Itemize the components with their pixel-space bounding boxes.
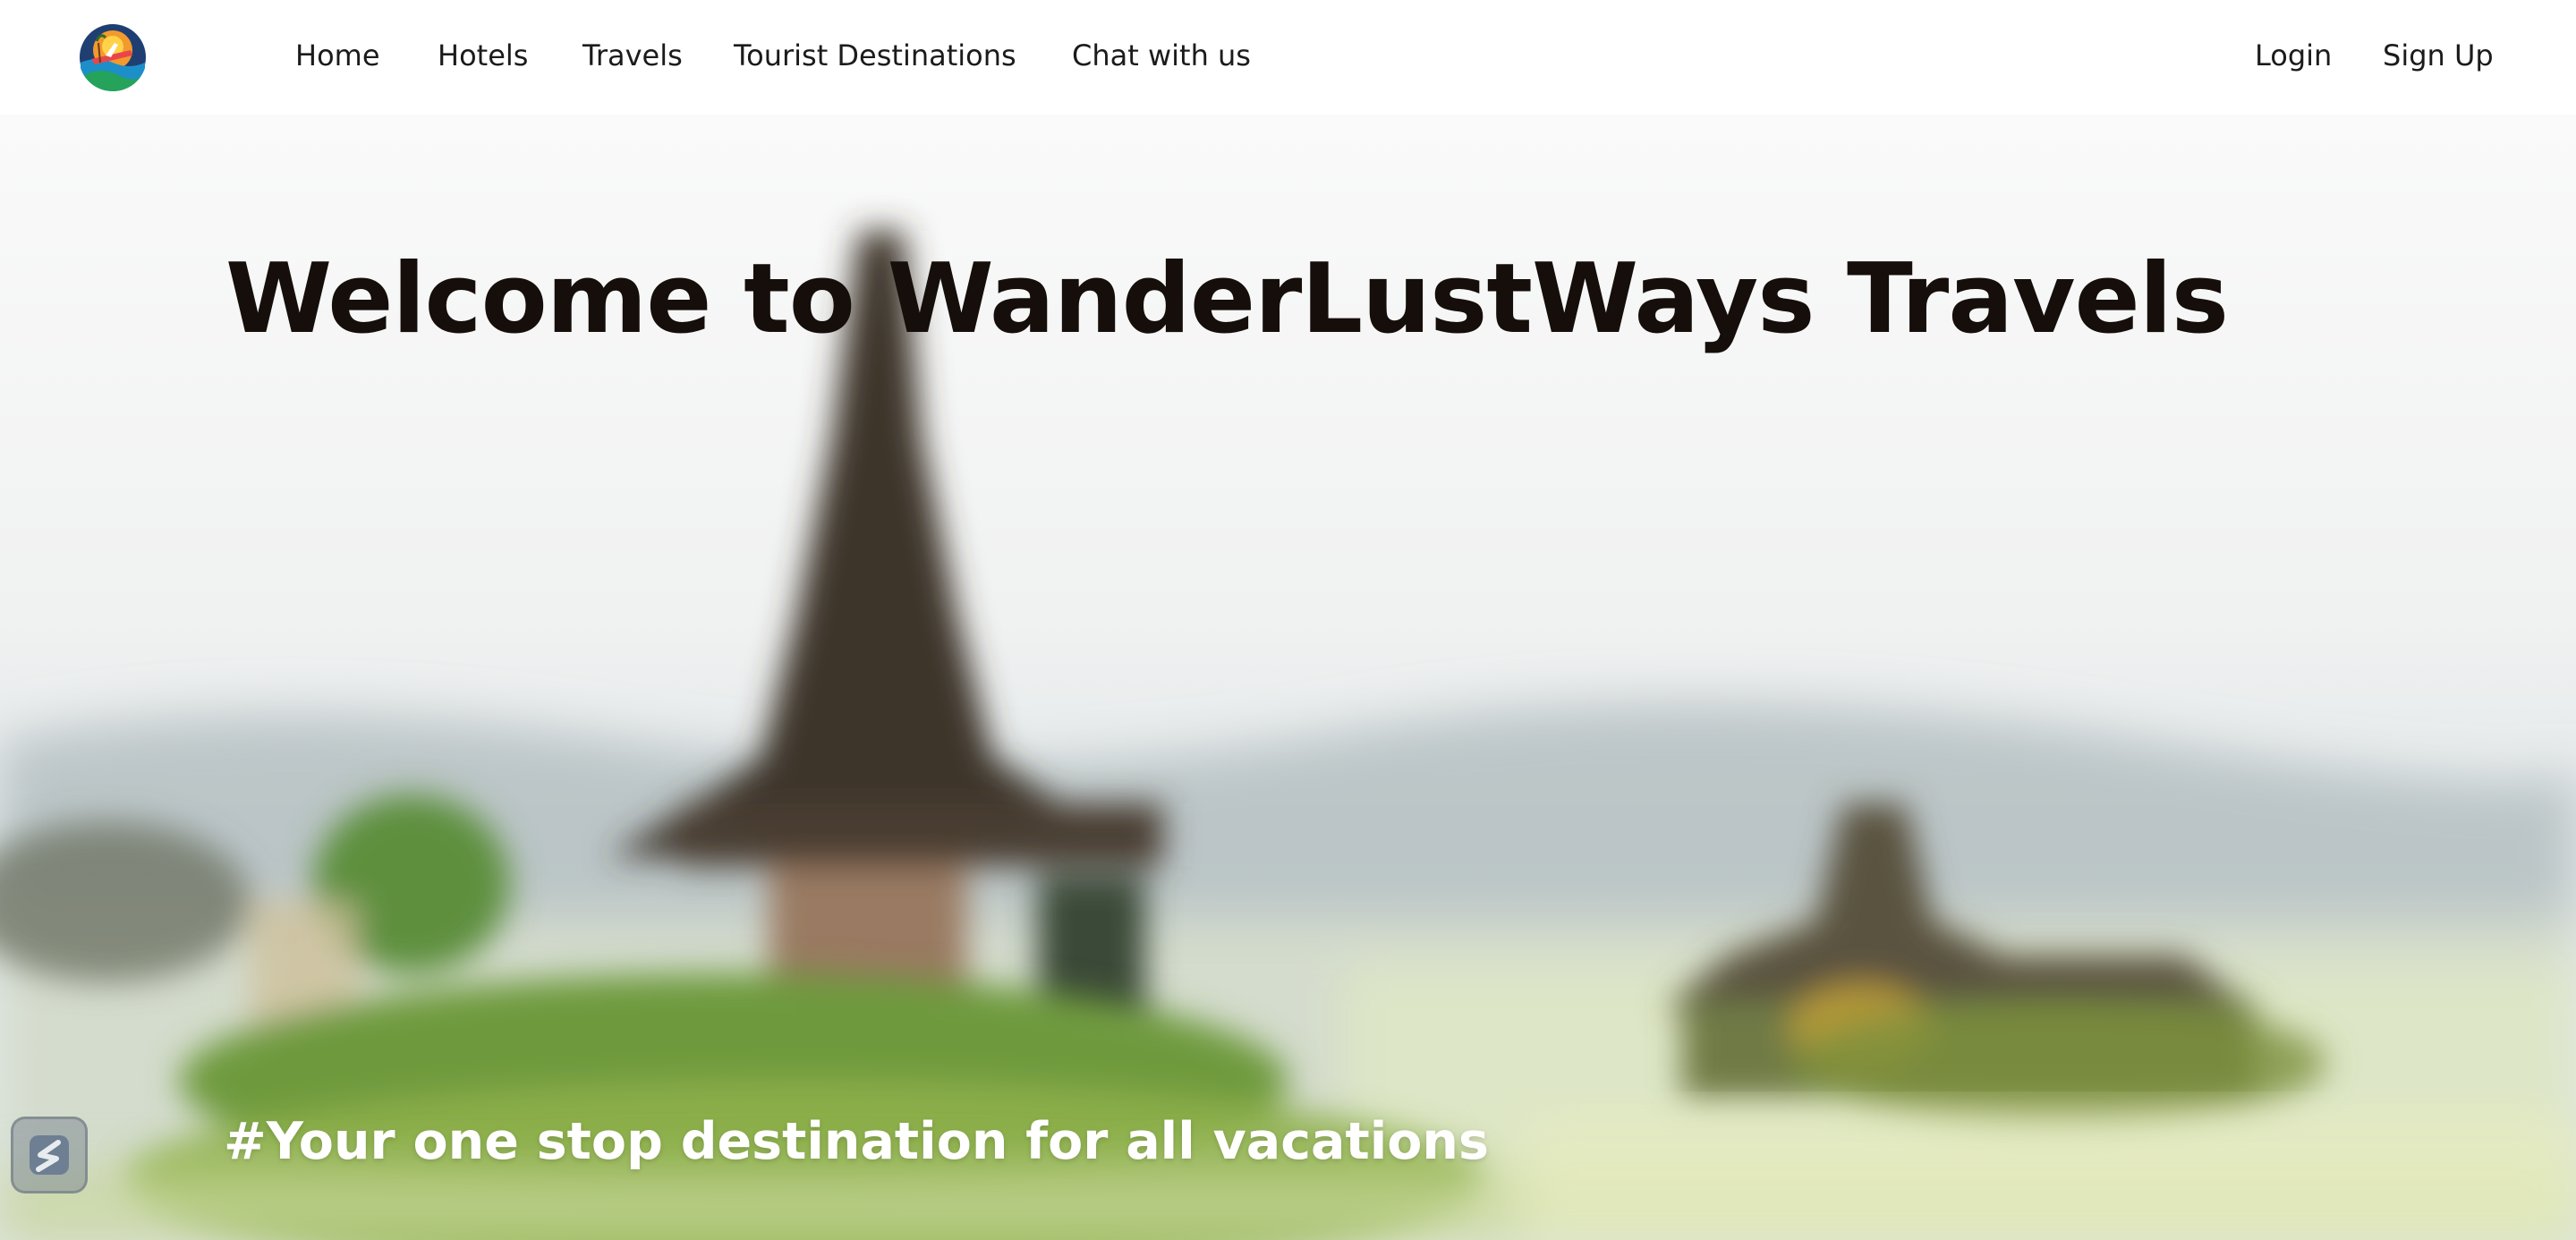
login-link[interactable]: Login bbox=[2255, 36, 2332, 75]
nav-link-travels[interactable]: Travels bbox=[582, 36, 683, 75]
floating-widget-button[interactable] bbox=[11, 1117, 88, 1193]
hero-section: Welcome to WanderLustWays Travels #Your … bbox=[0, 115, 2576, 1240]
signup-link[interactable]: Sign Up bbox=[2383, 36, 2494, 75]
nav-link-tourist-destinations[interactable]: Tourist Destinations bbox=[734, 36, 1016, 75]
nav-link-hotels[interactable]: Hotels bbox=[438, 36, 528, 75]
site-logo[interactable] bbox=[79, 23, 147, 91]
page: Home Hotels Travels Tourist Destinations… bbox=[0, 0, 2576, 1240]
navbar: Home Hotels Travels Tourist Destinations… bbox=[0, 0, 2576, 115]
travel-globe-logo-icon bbox=[80, 24, 146, 91]
hero-title: Welcome to WanderLustWays Travels bbox=[225, 243, 2229, 355]
hero-tagline: #Your one stop destination for all vacat… bbox=[224, 1112, 1489, 1171]
nav-link-chat-with-us[interactable]: Chat with us bbox=[1072, 36, 1251, 75]
floating-widget-icon bbox=[30, 1135, 69, 1175]
nav-link-home[interactable]: Home bbox=[295, 36, 380, 75]
